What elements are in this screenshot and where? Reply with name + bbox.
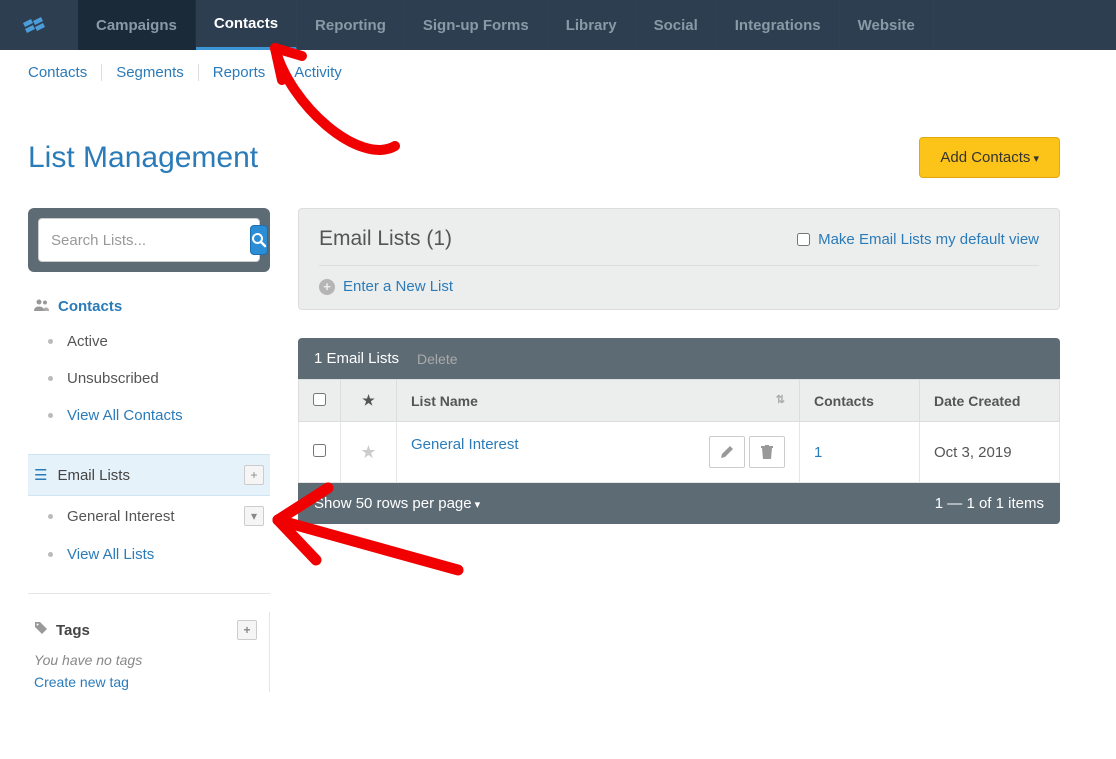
nav-website[interactable]: Website <box>840 0 934 50</box>
subnav-contacts[interactable]: Contacts <box>28 64 102 81</box>
sidebar-contacts-section: Contacts Active Unsubscribed View All Co… <box>28 290 270 434</box>
subnav-activity[interactable]: Activity <box>280 64 356 81</box>
search-icon <box>251 232 267 248</box>
default-view-checkbox[interactable] <box>797 233 810 246</box>
people-icon <box>34 298 50 315</box>
trash-icon <box>761 445 773 459</box>
list-count: 1 Email Lists <box>314 350 399 367</box>
table-toolbar: 1 Email Lists Delete <box>298 338 1060 379</box>
default-view-label: Make Email Lists my default view <box>818 231 1039 248</box>
col-contacts[interactable]: Contacts <box>800 380 920 422</box>
nav-reporting[interactable]: Reporting <box>297 0 405 50</box>
create-tag-link[interactable]: Create new tag <box>28 672 263 692</box>
sidebar-contacts-label: Contacts <box>58 298 122 315</box>
top-nav: Campaigns Contacts Reporting Sign-up For… <box>0 0 1116 50</box>
add-list-button[interactable]: + <box>244 465 264 485</box>
sidebar-divider <box>28 593 270 594</box>
main-content: Email Lists (1) Make Email Lists my defa… <box>298 208 1060 524</box>
lists-panel: Email Lists (1) Make Email Lists my defa… <box>298 208 1060 310</box>
nav-integrations[interactable]: Integrations <box>717 0 840 50</box>
row-list-name-cell: General Interest <box>397 422 800 483</box>
subnav-segments[interactable]: Segments <box>102 64 199 81</box>
tag-icon <box>34 621 48 639</box>
nav-social[interactable]: Social <box>636 0 717 50</box>
list-name-link[interactable]: General Interest <box>411 436 519 453</box>
list-icon: ☰ <box>34 466 47 484</box>
sidebar-item-label: Unsubscribed <box>67 370 159 387</box>
delete-button[interactable]: Delete <box>417 351 457 367</box>
search-container <box>28 208 270 272</box>
page-header: List Management Add Contacts <box>0 87 1116 208</box>
sidebar-email-lists-section: ☰ Email Lists + General Interest ▾ View … <box>28 454 270 573</box>
row-checkbox[interactable] <box>313 444 326 457</box>
table-row: ★ General Interest <box>299 422 1060 483</box>
sidebar-item-view-all-lists[interactable]: View All Lists <box>28 536 270 573</box>
default-view-toggle[interactable]: Make Email Lists my default view <box>797 231 1039 248</box>
subnav-reports[interactable]: Reports <box>199 64 281 81</box>
contacts-count-link[interactable]: 1 <box>814 444 822 461</box>
sidebar-item-label: View All Contacts <box>67 407 183 424</box>
nav-signup-forms[interactable]: Sign-up Forms <box>405 0 548 50</box>
lists-table: 1 Email Lists Delete ★ List Name Contact… <box>298 338 1060 524</box>
sidebar-email-lists-label: Email Lists <box>57 467 130 484</box>
sidebar-email-lists-head[interactable]: ☰ Email Lists + <box>28 454 270 496</box>
nav-contacts[interactable]: Contacts <box>196 0 297 50</box>
col-date-created[interactable]: Date Created <box>920 380 1060 422</box>
search-input[interactable] <box>51 232 250 249</box>
enter-new-list-label: Enter a New List <box>343 278 453 295</box>
logo[interactable] <box>0 0 78 50</box>
date-created-cell: Oct 3, 2019 <box>920 422 1060 483</box>
sidebar-tags-head: Tags + <box>28 612 263 648</box>
enter-new-list-link[interactable]: + Enter a New List <box>319 278 1039 295</box>
sidebar-item-general-interest[interactable]: General Interest ▾ <box>28 496 270 536</box>
sidebar-item-unsubscribed[interactable]: Unsubscribed <box>28 360 270 397</box>
add-tag-button[interactable]: + <box>237 620 257 640</box>
sidebar-tags-section: Tags + You have no tags Create new tag <box>28 612 270 692</box>
nav-campaigns[interactable]: Campaigns <box>78 0 196 50</box>
search-button[interactable] <box>250 225 268 255</box>
sidebar: Contacts Active Unsubscribed View All Co… <box>28 208 270 712</box>
nav-library[interactable]: Library <box>548 0 636 50</box>
pagination-info: 1 — 1 of 1 items <box>935 495 1044 512</box>
sub-nav: Contacts Segments Reports Activity <box>0 50 1116 87</box>
plus-circle-icon: + <box>319 279 335 295</box>
page-title: List Management <box>28 141 258 175</box>
sidebar-tags-label: Tags <box>56 622 90 639</box>
col-list-name[interactable]: List Name <box>397 380 800 422</box>
logo-icon <box>23 15 55 35</box>
pencil-icon <box>720 445 734 459</box>
add-contacts-button[interactable]: Add Contacts <box>919 137 1060 178</box>
delete-row-button[interactable] <box>749 436 785 468</box>
select-all-checkbox[interactable] <box>313 393 326 406</box>
table-footer: Show 50 rows per page 1 — 1 of 1 items <box>298 483 1060 524</box>
panel-title: Email Lists (1) <box>319 227 452 251</box>
row-star[interactable]: ★ <box>341 422 397 483</box>
sidebar-item-label: View All Lists <box>67 546 154 563</box>
sidebar-item-view-all-contacts[interactable]: View All Contacts <box>28 397 270 434</box>
sidebar-item-label: General Interest <box>67 508 175 525</box>
list-dropdown-button[interactable]: ▾ <box>244 506 264 526</box>
tags-empty-message: You have no tags <box>28 648 263 672</box>
sidebar-item-label: Active <box>67 333 108 350</box>
sidebar-contacts-head[interactable]: Contacts <box>28 290 270 323</box>
rows-per-page-dropdown[interactable]: Show 50 rows per page <box>314 495 480 512</box>
col-star[interactable]: ★ <box>341 380 397 422</box>
edit-button[interactable] <box>709 436 745 468</box>
col-checkbox <box>299 380 341 422</box>
sidebar-item-active[interactable]: Active <box>28 323 270 360</box>
